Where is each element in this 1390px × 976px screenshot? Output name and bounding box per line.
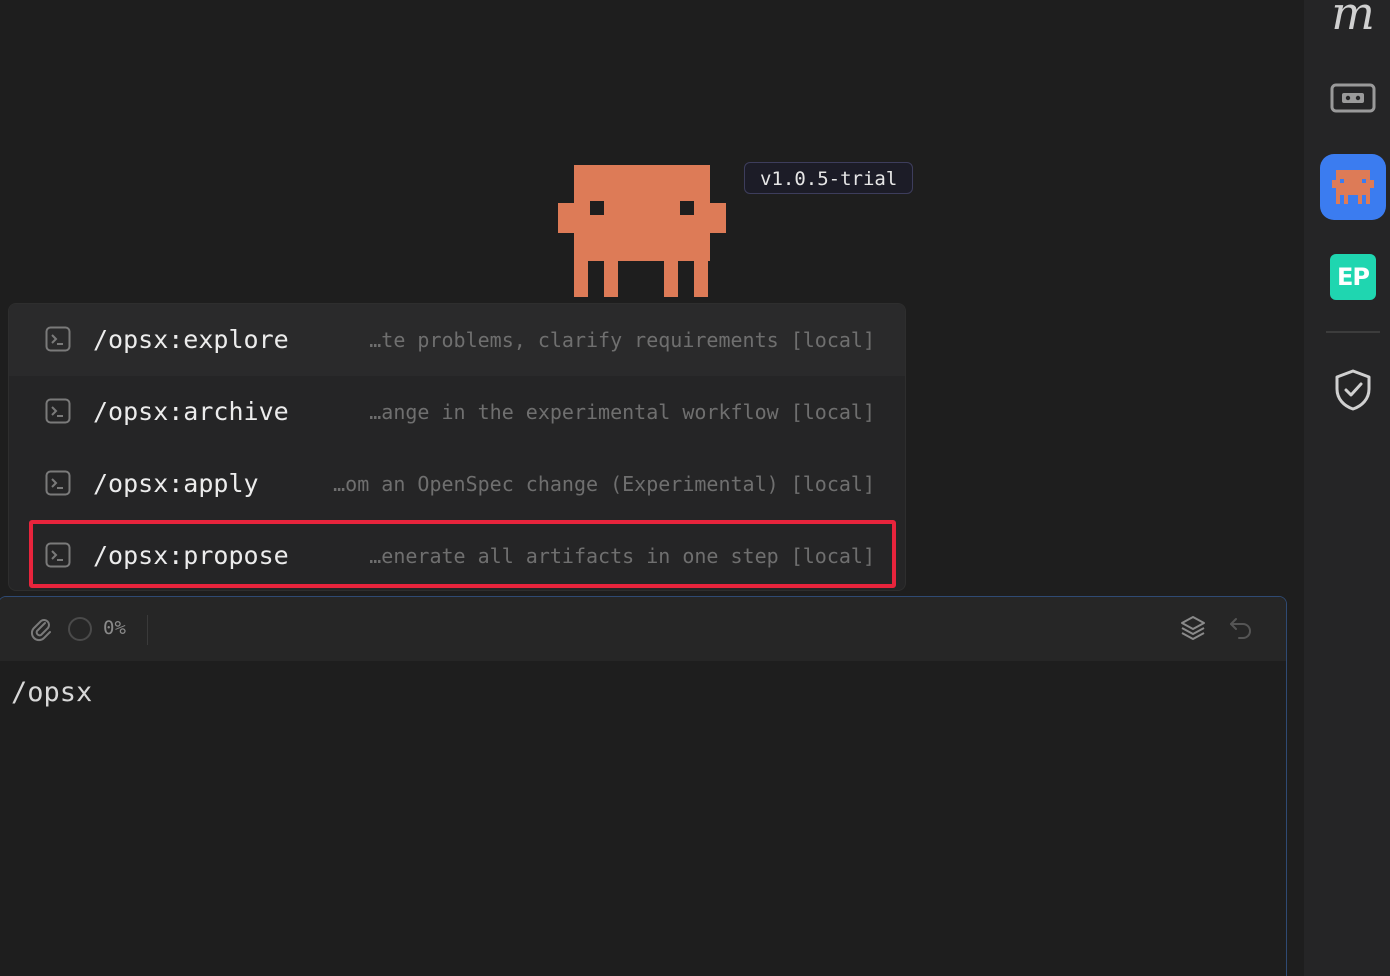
sidebar-divider [1326,331,1380,333]
progress-label: 0% [103,617,126,639]
command-name: /opsx:propose [93,541,289,570]
input-panel: 0% /opsx [0,596,1287,976]
app-logo: m [1331,0,1375,40]
shield-check-icon [1335,369,1371,411]
command-name: /opsx:explore [93,325,289,354]
command-description: …ange in the experimental workflow [loca… [369,400,875,424]
sidebar-item-security[interactable] [1320,357,1386,423]
terminal-icon [45,326,71,352]
terminal-icon [45,470,71,496]
sidebar-item-games[interactable] [1320,65,1386,131]
undo-icon[interactable] [1227,614,1255,642]
sidebar-item-ep[interactable]: EP [1320,244,1386,310]
ep-app-icon: EP [1330,254,1376,300]
app-window: v1.0.5-trial /opsx:explore …te problems,… [0,0,1390,976]
paperclip-icon[interactable] [27,615,55,643]
input-toolbar: 0% [0,597,1286,661]
command-item-apply[interactable]: /opsx:apply …om an OpenSpec change (Expe… [9,448,905,520]
command-name: /opsx:apply [93,469,259,498]
terminal-icon [45,542,71,568]
command-description: …enerate all artifacts in one step [loca… [369,544,875,568]
command-description: …om an OpenSpec change (Experimental) [l… [333,472,875,496]
command-item-archive[interactable]: /opsx:archive …ange in the experimental … [9,376,905,448]
command-item-explore[interactable]: /opsx:explore …te problems, clarify requ… [9,304,905,376]
terminal-icon [45,398,71,424]
activity-sidebar: m EP [1304,0,1390,976]
game-controller-icon [1330,83,1376,113]
command-name: /opsx:archive [93,397,289,426]
command-item-propose[interactable]: /opsx:propose …enerate all artifacts in … [9,520,905,590]
mascot-app-icon [1332,170,1374,204]
layers-icon[interactable] [1179,614,1207,642]
prompt-input[interactable]: /opsx [11,675,92,711]
progress-ring-icon [67,616,93,642]
command-menu: /opsx:explore …te problems, clarify requ… [8,303,906,591]
sidebar-item-mascot[interactable] [1320,154,1386,220]
mascot-icon [558,165,726,297]
command-description: …te problems, clarify requirements [loca… [369,328,875,352]
version-badge: v1.0.5-trial [744,162,914,194]
toolbar-divider [147,615,148,645]
